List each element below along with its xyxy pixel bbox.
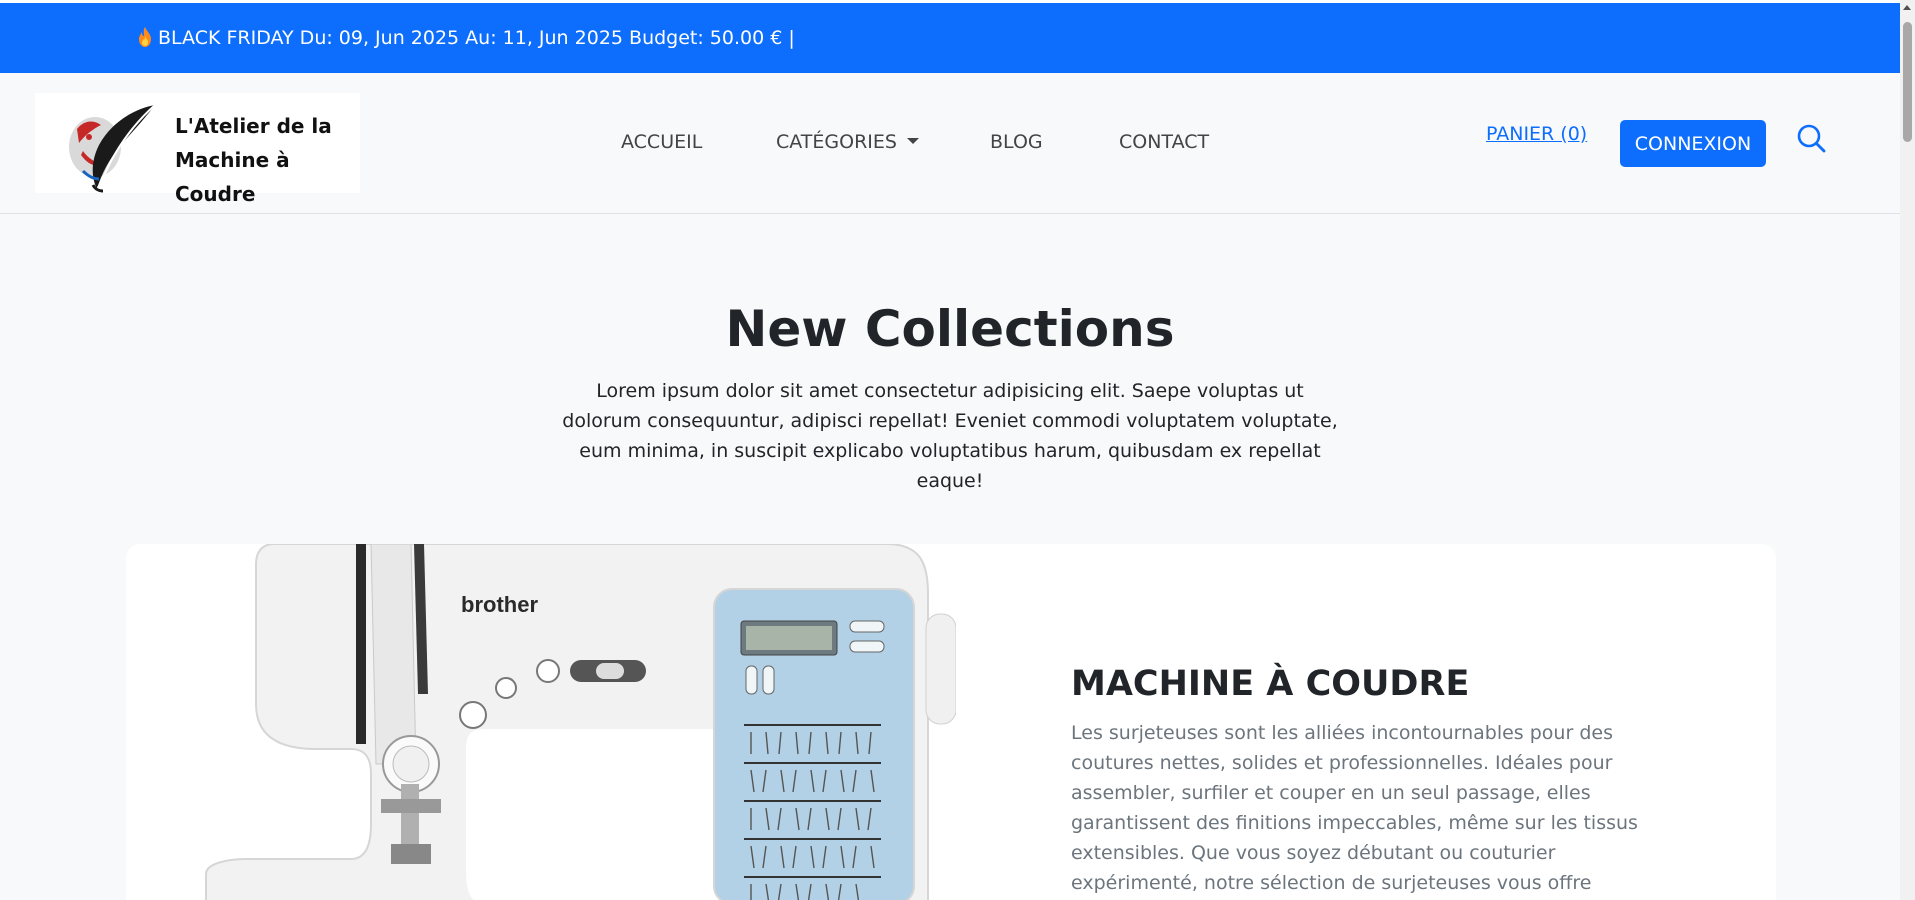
logo[interactable]: L'Atelier de la Machine à Coudre — [35, 93, 360, 206]
nav-item-categories-label: CATÉGORIES — [776, 131, 897, 153]
feature-card: brother MACHINE À COUDRE Les surjeteuses… — [126, 544, 1776, 900]
login-button[interactable]: CONNEXION — [1620, 120, 1766, 167]
page-scrollbar[interactable] — [1900, 0, 1915, 900]
nav-item-categories[interactable]: CATÉGORIES — [776, 131, 919, 153]
scrollbar-thumb[interactable] — [1903, 22, 1912, 142]
brand-name: L'Atelier de la Machine à Coudre — [175, 109, 355, 211]
page: BLACK FRIDAY Du: 09, Jun 2025 Au: 11, Ju… — [0, 0, 1900, 900]
promo-text: BLACK FRIDAY Du: 09, Jun 2025 Au: 11, Ju… — [158, 27, 795, 49]
scroll-up-icon[interactable] — [1903, 5, 1911, 10]
feature-title: MACHINE À COUDRE — [1071, 664, 1470, 704]
cart-link[interactable]: PANIER (0) — [1486, 123, 1587, 145]
nav-item-blog[interactable]: BLOG — [990, 131, 1043, 153]
promo-banner: BLACK FRIDAY Du: 09, Jun 2025 Au: 11, Ju… — [138, 27, 795, 49]
machine-brand-label: brother — [461, 592, 538, 617]
feature-description: Les surjeteuses sont les alliées inconto… — [1071, 722, 1638, 894]
search-icon[interactable] — [1796, 123, 1828, 155]
section-title: New Collections — [725, 300, 1175, 358]
promo-bar: BLACK FRIDAY Du: 09, Jun 2025 Au: 11, Ju… — [0, 3, 1900, 73]
caret-down-icon — [906, 138, 919, 144]
nav-item-contact[interactable]: CONTACT — [1119, 131, 1209, 153]
sewing-machine-image: brother — [166, 544, 956, 900]
section-description: Lorem ipsum dolor sit amet consectetur a… — [562, 380, 1338, 492]
navbar: L'Atelier de la Machine à Coudre ACCUEIL… — [0, 73, 1900, 214]
logo-feather-icon — [69, 104, 156, 193]
nav-item-accueil[interactable]: ACCUEIL — [621, 131, 702, 153]
fire-icon — [139, 27, 151, 47]
brand-line-2: Machine à Coudre — [175, 148, 290, 206]
brand-line-1: L'Atelier de la — [175, 114, 332, 138]
